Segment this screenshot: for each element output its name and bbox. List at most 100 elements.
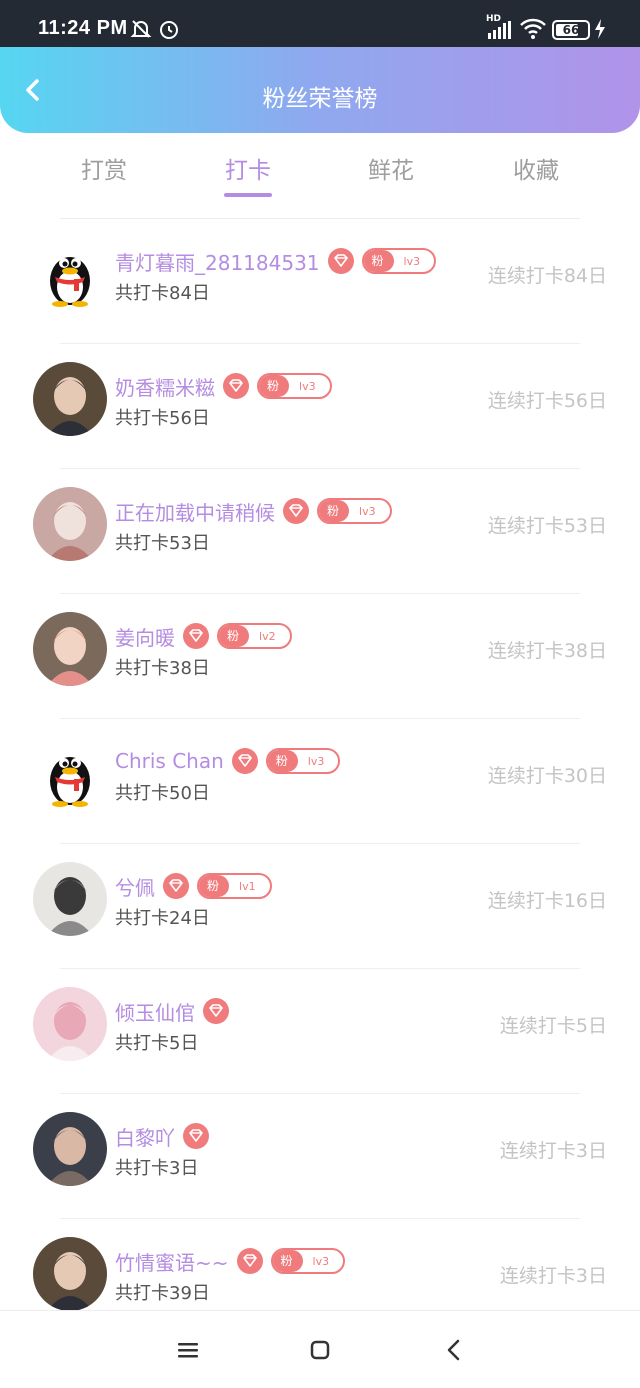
tab-favorites[interactable]: 收藏 — [476, 151, 596, 185]
fan-row[interactable]: 青灯暮雨_281184531 粉 lv3 共打卡84日 连续打卡84日 — [0, 219, 640, 344]
tab-label: 收藏 — [513, 158, 559, 184]
avatar[interactable] — [33, 987, 107, 1061]
total-checkins: 共打卡5日 — [115, 1033, 199, 1054]
header: 粉丝荣誉榜 — [0, 47, 640, 133]
diamond-icon — [183, 623, 209, 649]
user-avatar-photo — [33, 1237, 107, 1311]
fan-row[interactable]: 姜向暖 粉 lv2 共打卡38日 连续打卡38日 — [0, 594, 640, 719]
total-checkins: 共打卡38日 — [115, 658, 210, 679]
diamond-icon — [327, 248, 354, 274]
username[interactable]: 正在加载中请稍候 — [115, 497, 275, 526]
fan-label: 粉 — [219, 625, 250, 647]
total-checkins: 共打卡24日 — [115, 908, 210, 929]
total-checkins: 共打卡53日 — [115, 533, 210, 554]
diamond-icon — [283, 498, 309, 524]
avatar[interactable] — [33, 1237, 107, 1311]
fan-label: 粉 — [267, 750, 298, 772]
qq-penguin-avatar — [33, 737, 107, 811]
active-tab-indicator — [224, 193, 272, 197]
avatar[interactable] — [33, 237, 107, 311]
streak-checkins: 连续打卡30日 — [487, 765, 607, 787]
name-line: 倾玉仙倌 — [115, 996, 229, 1026]
diamond-icon — [231, 748, 258, 774]
fan-level-badge: 粉 lv1 — [197, 873, 272, 899]
username[interactable]: 白黎吖 — [115, 1122, 175, 1151]
total-checkins: 共打卡50日 — [115, 783, 210, 804]
avatar[interactable] — [33, 862, 107, 936]
total-checkins: 共打卡84日 — [115, 283, 210, 304]
total-checkins: 共打卡56日 — [115, 408, 210, 429]
system-nav-bar — [0, 1310, 640, 1388]
fan-label: 粉 — [259, 375, 290, 397]
streak-checkins: 连续打卡56日 — [487, 390, 607, 412]
user-avatar-photo — [33, 987, 107, 1061]
battery-level: 66 — [562, 23, 580, 37]
tab-bar: 打赏 打卡 鲜花 收藏 — [0, 133, 640, 218]
username[interactable]: Chris Chan — [115, 749, 224, 773]
avatar[interactable] — [33, 487, 107, 561]
diamond-icon — [236, 1248, 263, 1274]
fan-level-badge: 粉 lv3 — [257, 373, 332, 399]
username[interactable]: 青灯暮雨_281184531 — [115, 247, 320, 276]
fan-row[interactable]: Chris Chan 粉 lv3 共打卡50日 连续打卡30日 — [0, 719, 640, 844]
fan-row[interactable]: 正在加载中请稍候 粉 lv3 共打卡53日 连续打卡53日 — [0, 469, 640, 594]
username[interactable]: 竹情蜜语~~ — [115, 1247, 229, 1276]
fan-level: lv3 — [403, 254, 421, 268]
name-line: 正在加载中请稍候 粉 lv3 — [115, 496, 392, 526]
username[interactable]: 姜向暖 — [115, 622, 175, 651]
tab-flowers[interactable]: 鲜花 — [331, 151, 451, 185]
username[interactable]: 奶香糯米糍 — [115, 372, 215, 401]
fan-level: lv1 — [239, 879, 256, 893]
name-line: Chris Chan 粉 lv3 — [115, 746, 341, 776]
tab-checkin[interactable]: 打卡 — [188, 151, 308, 197]
fan-label: 粉 — [272, 1250, 303, 1272]
tab-reward[interactable]: 打赏 — [44, 151, 164, 185]
user-avatar-photo — [33, 612, 107, 686]
avatar[interactable] — [33, 612, 107, 686]
fan-level: lv2 — [259, 629, 276, 643]
username[interactable]: 倾玉仙倌 — [115, 997, 195, 1026]
qq-penguin-avatar — [33, 237, 107, 311]
diamond-icon — [183, 1123, 209, 1149]
battery-icon: 66 — [552, 20, 590, 40]
username[interactable]: 兮佩 — [115, 872, 155, 901]
streak-checkins: 连续打卡16日 — [487, 890, 607, 912]
user-avatar-photo — [33, 487, 107, 561]
name-line: 青灯暮雨_281184531 粉 lv3 — [115, 246, 437, 276]
mute-bell-icon — [130, 20, 152, 38]
fan-level-badge: 粉 lv3 — [270, 1248, 346, 1274]
fan-level: lv3 — [359, 504, 376, 518]
avatar[interactable] — [33, 362, 107, 436]
fan-label: 粉 — [199, 875, 230, 897]
fan-level: lv3 — [312, 1254, 330, 1268]
fan-level-badge: 粉 lv3 — [265, 748, 341, 774]
tab-label: 打卡 — [225, 158, 271, 184]
name-line: 竹情蜜语~~ 粉 lv3 — [115, 1246, 346, 1276]
signal-icon — [488, 21, 511, 39]
fan-row[interactable]: 白黎吖共打卡3日 连续打卡3日 — [0, 1094, 640, 1219]
name-line: 姜向暖 粉 lv2 — [115, 621, 292, 651]
user-avatar-photo — [33, 1112, 107, 1186]
fan-row[interactable]: 倾玉仙倌共打卡5日 连续打卡5日 — [0, 969, 640, 1094]
home-icon[interactable] — [307, 1337, 333, 1363]
fan-label: 粉 — [319, 500, 350, 522]
diamond-icon — [223, 373, 249, 399]
fan-level: lv3 — [307, 754, 325, 768]
streak-checkins: 连续打卡5日 — [499, 1015, 607, 1037]
avatar[interactable] — [33, 737, 107, 811]
fan-level: lv3 — [299, 379, 316, 393]
back-nav-icon[interactable] — [441, 1337, 467, 1363]
page-title: 粉丝荣誉榜 — [262, 86, 378, 112]
fan-row[interactable]: 奶香糯米糍 粉 lv3 共打卡56日 连续打卡56日 — [0, 344, 640, 469]
streak-checkins: 连续打卡3日 — [499, 1140, 607, 1162]
fan-level-badge: 粉 lv3 — [317, 498, 392, 524]
charging-icon — [595, 19, 605, 39]
avatar[interactable] — [33, 1112, 107, 1186]
wifi-icon — [520, 18, 546, 39]
menu-icon[interactable] — [175, 1337, 201, 1363]
tab-label: 鲜花 — [368, 158, 414, 184]
user-avatar-photo — [33, 862, 107, 936]
fan-row[interactable]: 兮佩 粉 lv1 共打卡24日 连续打卡16日 — [0, 844, 640, 969]
alarm-icon — [160, 21, 178, 39]
total-checkins: 共打卡3日 — [115, 1158, 199, 1179]
